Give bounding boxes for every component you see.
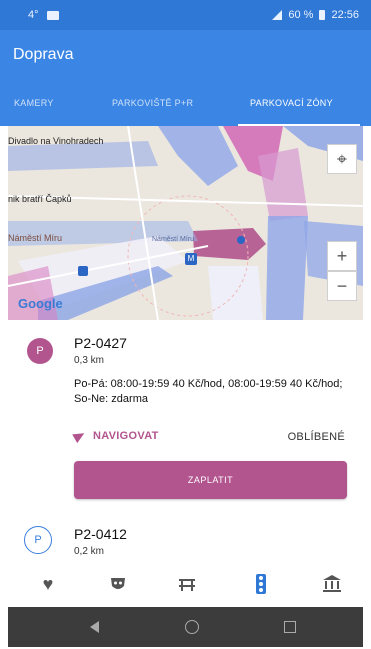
bottom-navigation: ♥ <box>8 566 363 604</box>
bench-icon[interactable] <box>176 573 198 595</box>
app-bar: Doprava <box>0 30 371 80</box>
my-location-button[interactable]: ⌖ <box>327 144 357 174</box>
museum-icon[interactable] <box>321 573 343 595</box>
battery-level: 60 % <box>288 9 314 21</box>
zone-card-2[interactable]: P P2-0412 0,2 km <box>0 518 371 563</box>
system-navigation-bar <box>8 607 363 647</box>
tab-parkovaci-zony[interactable]: PARKOVACÍ ZÓNY <box>250 98 333 108</box>
navigate-button[interactable]: NAVIGOVAT <box>72 428 159 444</box>
status-time: 22:56 <box>331 9 359 21</box>
back-icon[interactable] <box>90 621 99 633</box>
home-icon[interactable] <box>185 620 199 634</box>
parking-badge-icon: P <box>24 526 52 554</box>
google-logo: Google <box>18 296 63 311</box>
map-label-street: Náměstí Míru <box>152 236 195 243</box>
battery-icon <box>319 10 326 20</box>
pay-button[interactable]: ZAPLATIT <box>74 461 347 499</box>
parking-icon <box>78 266 88 276</box>
zone-distance: 0,2 km <box>74 546 105 557</box>
app-screen: 4° 60 % 22:56 Doprava KAMERY PARKOVIŠTĚ … <box>0 0 371 649</box>
metro-station-icon: M <box>185 253 197 265</box>
tab-parkoviste[interactable]: PARKOVIŠTĚ P+R <box>112 98 193 108</box>
map-canvas <box>8 126 363 320</box>
map-label-namesti: Náměstí Míru <box>8 233 63 243</box>
navigate-label: NAVIGOVAT <box>93 430 159 442</box>
mask-icon[interactable] <box>107 573 129 595</box>
zoom-out-button[interactable]: − <box>327 271 357 301</box>
tab-bar: KAMERY PARKOVIŠTĚ P+R PARKOVACÍ ZÓNY <box>0 80 371 126</box>
tab-kamery[interactable]: KAMERY <box>14 98 54 108</box>
map-label-divadlo: Divadlo na Vinohradech <box>8 136 104 146</box>
recent-apps-icon[interactable] <box>284 621 296 633</box>
status-temperature: 4° <box>28 9 39 21</box>
map-label-kostel: nik bratří Čapků <box>8 194 72 204</box>
zone-distance: 0,3 km <box>74 355 105 366</box>
image-notification-icon <box>46 10 59 20</box>
page-title: Doprava <box>13 46 74 63</box>
zone-marker-icon[interactable] <box>237 236 245 244</box>
heart-icon[interactable]: ♥ <box>37 573 59 595</box>
zone-code: P2-0412 <box>74 526 127 542</box>
traffic-light-icon[interactable] <box>250 573 272 595</box>
navigation-arrow-icon <box>72 428 87 444</box>
status-bar: 4° 60 % 22:56 <box>0 0 371 30</box>
zoom-in-button[interactable]: + <box>327 241 357 271</box>
favorite-button[interactable]: OBLÍBENÉ <box>288 431 345 443</box>
zone-code: P2-0427 <box>74 335 127 351</box>
zone-description: Po-Pá: 08:00-19:59 40 Kč/hod, 08:00-19:5… <box>74 378 343 405</box>
parking-badge-icon: P <box>27 338 53 364</box>
map-view[interactable]: Divadlo na Vinohradech nik bratří Čapků … <box>8 126 363 320</box>
signal-icon <box>272 10 283 20</box>
